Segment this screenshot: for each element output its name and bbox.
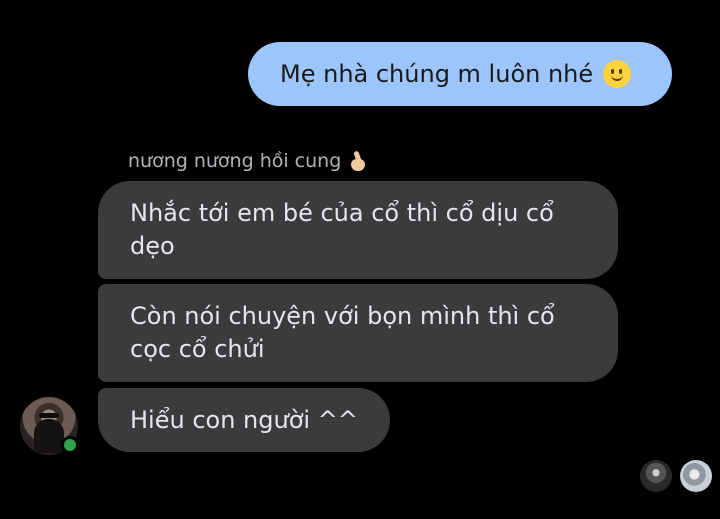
incoming-message-text: Còn nói chuyện với bọn mình thì cổ cọc c… <box>130 302 555 363</box>
outgoing-message-bubble[interactable]: Mẹ nhà chúng m luôn nhé <box>248 42 672 106</box>
avatar-sunglasses <box>39 413 59 418</box>
sender-name-row: nương nương hồi cung <box>128 146 367 176</box>
finger-heart-icon <box>349 151 367 171</box>
outgoing-message-text: Mẹ nhà chúng m luôn nhé <box>280 60 594 88</box>
incoming-message-text: Nhắc tới em bé của cổ thì cổ dịu cổ dẹo <box>130 199 554 260</box>
incoming-message-bubble-3[interactable]: Hiểu con người ^^ <box>98 388 390 452</box>
incoming-message-text: Hiểu con người ^^ <box>130 405 358 434</box>
incoming-message-bubble-1[interactable]: Nhắc tới em bé của cổ thì cổ dịu cổ dẹo <box>98 181 618 279</box>
online-status-indicator <box>61 436 79 454</box>
seen-by-avatar-2[interactable] <box>680 460 712 492</box>
avatar-person-figure <box>34 419 64 453</box>
incoming-message-bubble-2[interactable]: Còn nói chuyện với bọn mình thì cổ cọc c… <box>98 284 618 382</box>
sender-name: nương nương hồi cung <box>128 150 342 172</box>
slightly-smiling-face-icon <box>603 60 632 88</box>
seen-by-avatar-1[interactable] <box>640 460 672 492</box>
